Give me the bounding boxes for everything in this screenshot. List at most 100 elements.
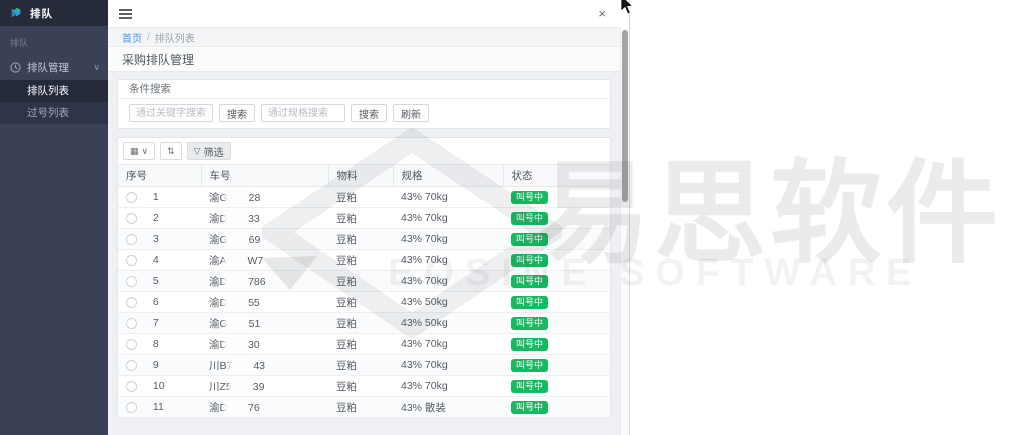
app-logo: 排队 [0, 0, 108, 26]
sort-icon: ⇅ [167, 146, 175, 157]
hamburger-icon[interactable] [119, 9, 132, 19]
plate-redaction [227, 255, 248, 266]
table-row: 1 渝G28 豆粕 43% 70kg 叫号中 [118, 187, 610, 208]
status-badge: 叫号中 [511, 275, 548, 288]
row-radio[interactable] [126, 402, 137, 413]
sort-button[interactable]: ⇅ [160, 142, 182, 160]
status-badge: 叫号中 [511, 317, 548, 330]
spec-cell: 43% 70kg [393, 376, 503, 397]
search-panel: 条件搜索 搜索 搜索 刷新 [117, 79, 611, 129]
column-header-plate: 车号 [201, 165, 328, 187]
material-cell: 豆粕 [328, 229, 393, 250]
search-panel-title: 条件搜索 [118, 80, 610, 99]
material-cell: 豆粕 [328, 397, 393, 418]
keyword-search-input[interactable] [129, 104, 213, 122]
table-toolbar: ▦ ∨ ⇅ ▽ 筛选 [118, 138, 610, 164]
table-row: 3 渝G69 豆粕 43% 70kg 叫号中 [118, 229, 610, 250]
filter-button-label: 筛选 [204, 144, 224, 159]
spec-cell: 43% 70kg [393, 208, 503, 229]
status-badge: 叫号中 [511, 254, 548, 267]
spec-search-input[interactable] [261, 104, 345, 122]
column-header-no: 序号 [118, 165, 201, 187]
plate-redaction [227, 297, 248, 308]
filter-button[interactable]: ▽ 筛选 [187, 142, 231, 160]
plate-redaction [228, 192, 249, 203]
sidebar-item-label: 排队管理 [27, 60, 93, 75]
plate-redaction [227, 276, 248, 287]
table-header-row: 序号 车号 物料 规格 状态 [118, 165, 610, 187]
status-badge: 叫号中 [511, 233, 548, 246]
table-row: 4 渝AW7 豆粕 43% 70kg 叫号中 [118, 250, 610, 271]
topbar: × [108, 0, 620, 28]
chevron-down-icon: ∨ [142, 146, 149, 157]
sidebar-item-queue-management[interactable]: 排队管理 ∨ [0, 54, 108, 80]
material-cell: 豆粕 [328, 334, 393, 355]
row-radio[interactable] [126, 339, 137, 350]
row-radio[interactable] [126, 213, 137, 224]
plate-redaction [227, 402, 248, 413]
plate-redaction [232, 381, 253, 392]
material-cell: 豆粕 [328, 208, 393, 229]
table-row: 9 川B743 豆粕 43% 70kg 叫号中 [118, 355, 610, 376]
column-header-material: 物料 [328, 165, 393, 187]
queue-table-card: ▦ ∨ ⇅ ▽ 筛选 序号 车号 物料 规格 [117, 137, 611, 418]
spec-cell: 43% 50kg [393, 313, 503, 334]
sidebar-submenu: 排队列表 过号列表 [0, 80, 108, 124]
spec-cell: 43% 70kg [393, 271, 503, 292]
vehicle-plate: 渝D30 [201, 334, 328, 355]
grid-icon: ▦ [130, 146, 139, 157]
row-radio[interactable] [126, 276, 137, 287]
refresh-button[interactable]: 刷新 [393, 104, 429, 122]
row-number: 8 [153, 338, 159, 350]
main-panel: × 首页 / 排队列表 采购排队管理 条件搜索 搜索 搜索 刷新 ▦ ∨ [108, 0, 630, 435]
row-number: 10 [153, 380, 165, 392]
breadcrumb-home-link[interactable]: 首页 [122, 30, 142, 45]
spec-cell: 43% 70kg [393, 250, 503, 271]
row-radio[interactable] [126, 297, 137, 308]
sidebar-section-label: 排队 [0, 26, 108, 54]
table-row: 5 渝D786 豆粕 43% 70kg 叫号中 [118, 271, 610, 292]
row-radio[interactable] [126, 318, 137, 329]
material-cell: 豆粕 [328, 292, 393, 313]
vertical-scrollbar [620, 28, 629, 435]
vehicle-plate: 川B743 [201, 355, 328, 376]
close-icon[interactable]: × [598, 7, 606, 21]
spec-cell: 43% 70kg [393, 229, 503, 250]
vehicle-plate: 渝D55 [201, 292, 328, 313]
row-radio[interactable] [126, 255, 137, 266]
row-number: 3 [153, 233, 159, 245]
breadcrumb-current: 排队列表 [155, 30, 195, 45]
material-cell: 豆粕 [328, 313, 393, 334]
row-radio[interactable] [126, 234, 137, 245]
row-radio[interactable] [126, 381, 137, 392]
status-badge: 叫号中 [511, 212, 548, 225]
spec-cell: 43% 70kg [393, 334, 503, 355]
table-row: 7 渝G51 豆粕 43% 50kg 叫号中 [118, 313, 610, 334]
columns-button[interactable]: ▦ ∨ [123, 142, 155, 160]
column-header-status: 状态 [503, 165, 610, 187]
plate-redaction [227, 213, 248, 224]
status-badge: 叫号中 [511, 338, 548, 351]
vehicle-plate: 渝D786 [201, 271, 328, 292]
keyword-search-button[interactable]: 搜索 [219, 104, 255, 122]
column-header-spec: 规格 [393, 165, 503, 187]
spec-cell: 43% 70kg [393, 187, 503, 208]
chevron-down-icon: ∨ [93, 62, 100, 73]
row-radio[interactable] [126, 192, 137, 203]
sidebar-item-missed-list[interactable]: 过号列表 [0, 102, 108, 124]
table-row: 8 渝D30 豆粕 43% 70kg 叫号中 [118, 334, 610, 355]
breadcrumb: 首页 / 排队列表 [108, 28, 620, 47]
vehicle-plate: 渝G69 [201, 229, 328, 250]
vehicle-plate: 渝G51 [201, 313, 328, 334]
queue-management-icon [10, 62, 21, 73]
row-radio[interactable] [126, 360, 137, 371]
spec-cell: 43% 50kg [393, 292, 503, 313]
material-cell: 豆粕 [328, 250, 393, 271]
material-cell: 豆粕 [328, 271, 393, 292]
spec-search-button[interactable]: 搜索 [351, 104, 387, 122]
sidebar-item-queue-list[interactable]: 排队列表 [0, 80, 108, 102]
row-number: 5 [153, 275, 159, 287]
scrollbar-thumb[interactable] [622, 30, 628, 202]
row-number: 4 [153, 254, 159, 266]
queue-table-body: 1 渝G28 豆粕 43% 70kg 叫号中 2 渝D33 豆粕 43% 70k… [118, 187, 610, 418]
